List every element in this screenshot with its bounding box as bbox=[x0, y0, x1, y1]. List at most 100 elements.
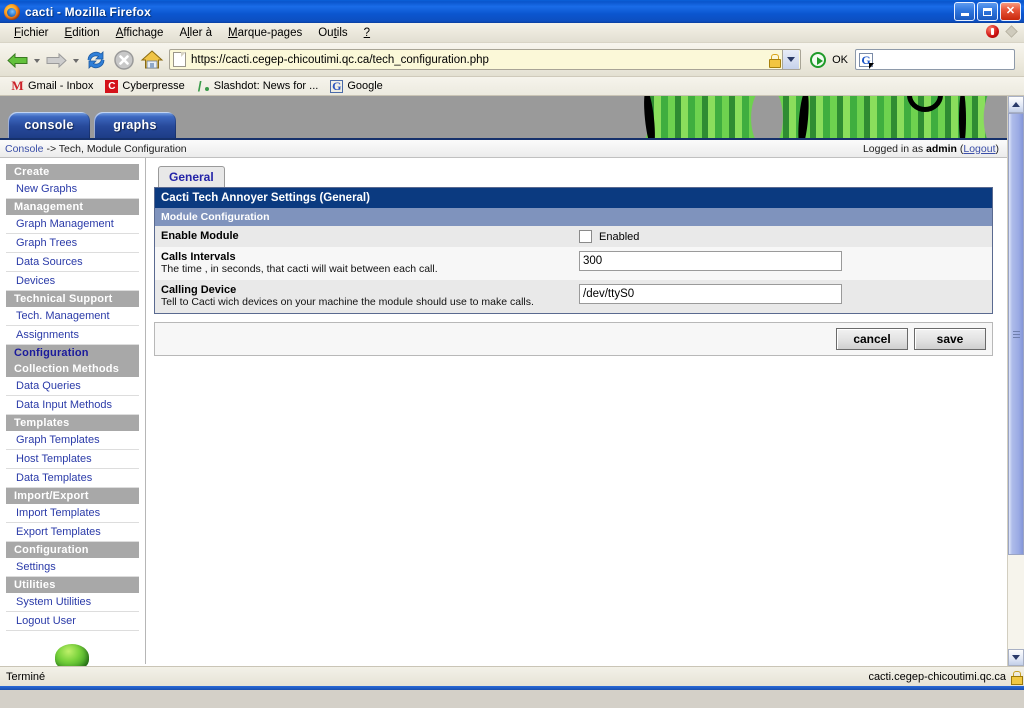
sidebar-item-data-input-methods[interactable]: Data Input Methods bbox=[6, 396, 139, 415]
menu-aller-a[interactable]: Aller à bbox=[171, 25, 220, 41]
menu-bar: FFichierichier Edition Affichage Aller à… bbox=[0, 23, 1024, 43]
breadcrumb-current: -> Tech, Module Configuration bbox=[43, 142, 187, 155]
menu-affichage[interactable]: Affichage bbox=[108, 25, 172, 41]
page-scrollbar-vertical[interactable] bbox=[1007, 96, 1024, 666]
menu-help[interactable]: ? bbox=[356, 25, 378, 41]
sidebar-header-create: Create bbox=[6, 164, 139, 180]
field-label-block: Calling Device Tell to Cacti wich device… bbox=[161, 284, 579, 309]
minimize-button[interactable] bbox=[954, 2, 975, 21]
scroll-up-button[interactable] bbox=[1008, 96, 1024, 113]
url-dropdown-icon[interactable] bbox=[782, 50, 800, 69]
go-button[interactable] bbox=[807, 49, 829, 71]
status-message: Terminé bbox=[6, 670, 46, 683]
notification-icon[interactable] bbox=[986, 25, 999, 38]
cancel-button[interactable]: cancel bbox=[836, 328, 908, 350]
sidebar-item-host-templates[interactable]: Host Templates bbox=[6, 450, 139, 469]
forward-dropdown-icon[interactable] bbox=[72, 47, 81, 73]
tab-general[interactable]: General bbox=[158, 166, 225, 187]
login-prefix: Logged in as bbox=[862, 142, 927, 155]
forward-arrow-icon bbox=[46, 52, 67, 68]
bookmark-cyberpresse[interactable]: C Cyberpresse bbox=[100, 79, 189, 94]
tab-console[interactable]: console bbox=[8, 112, 90, 138]
sidebar-item-settings[interactable]: Settings bbox=[6, 558, 139, 577]
sidebar-item-devices[interactable]: Devices bbox=[6, 272, 139, 291]
close-button[interactable]: ✕ bbox=[1000, 2, 1021, 21]
sidebar-header-configuration: Configuration bbox=[6, 542, 139, 558]
save-button[interactable]: save bbox=[914, 328, 986, 350]
scroll-down-button[interactable] bbox=[1008, 649, 1024, 666]
sidebar-item-graph-templates[interactable]: Graph Templates bbox=[6, 431, 139, 450]
menu-outils[interactable]: Outils bbox=[310, 25, 355, 41]
sidebar-item-data-queries[interactable]: Data Queries bbox=[6, 377, 139, 396]
enable-module-checkbox[interactable] bbox=[579, 230, 592, 243]
field-label: Calling Device bbox=[161, 284, 237, 296]
breadcrumb: Console -> Tech, Module Configuration bbox=[5, 143, 187, 155]
cacti-page: console graphs Console -> Tech, Module C… bbox=[0, 96, 1007, 666]
login-info: Logged in as admin (Logout) bbox=[863, 143, 999, 155]
bookmarks-toolbar: M Gmail - Inbox C Cyberpresse Slashdot: … bbox=[0, 77, 1024, 96]
field-row-calls-intervals: Calls Intervals The time , in seconds, t… bbox=[155, 247, 992, 280]
bookmark-google[interactable]: G Google bbox=[325, 79, 387, 94]
forward-button[interactable] bbox=[44, 47, 70, 73]
status-lock-icon[interactable] bbox=[1010, 670, 1023, 685]
sidebar-item-system-utilities[interactable]: System Utilities bbox=[6, 593, 139, 612]
logout-link[interactable]: Logout bbox=[963, 143, 995, 155]
back-button[interactable] bbox=[5, 47, 31, 73]
bookmark-label: Slashdot: News for ... bbox=[213, 80, 319, 92]
lock-icon bbox=[768, 53, 782, 68]
sidebar-header-configuration-current[interactable]: Configuration bbox=[6, 345, 139, 361]
stop-button[interactable] bbox=[111, 47, 137, 73]
status-host: cacti.cegep-chicoutimi.qc.ca bbox=[868, 670, 1006, 683]
cyberpresse-icon: C bbox=[105, 79, 119, 93]
field-label: Enable Module bbox=[161, 230, 239, 242]
window-titlebar: cacti - Mozilla Firefox ✕ bbox=[0, 0, 1024, 23]
login-username: admin bbox=[926, 142, 957, 155]
sidebar-item-data-templates[interactable]: Data Templates bbox=[6, 469, 139, 488]
sidebar-header-utilities: Utilities bbox=[6, 577, 139, 593]
navigation-toolbar: https://cacti.cegep-chicoutimi.qc.ca/tec… bbox=[0, 43, 1024, 77]
go-icon bbox=[810, 51, 827, 68]
sidebar-item-assignments[interactable]: Assignments bbox=[6, 326, 139, 345]
logout-close: ) bbox=[995, 142, 1000, 155]
ok-label: OK bbox=[832, 53, 848, 66]
home-button[interactable] bbox=[139, 47, 165, 73]
sidebar-item-export-templates[interactable]: Export Templates bbox=[6, 523, 139, 542]
tab-graphs[interactable]: graphs bbox=[94, 112, 176, 138]
bookmark-label: Google bbox=[347, 80, 383, 92]
sidebar-item-logout-user[interactable]: Logout User bbox=[6, 612, 139, 631]
calls-intervals-input[interactable] bbox=[579, 251, 842, 271]
back-dropdown-icon[interactable] bbox=[33, 47, 42, 73]
maximize-button[interactable] bbox=[977, 2, 998, 21]
google-search-icon[interactable]: G bbox=[859, 52, 874, 69]
url-bar[interactable]: https://cacti.cegep-chicoutimi.qc.ca/tec… bbox=[169, 49, 802, 70]
panel-title: Cacti Tech Annoyer Settings (General) bbox=[155, 188, 992, 208]
search-input[interactable]: G bbox=[855, 49, 1015, 70]
sidebar-item-graph-trees[interactable]: Graph Trees bbox=[6, 234, 139, 253]
field-row-calling-device: Calling Device Tell to Cacti wich device… bbox=[155, 280, 992, 313]
bookmark-gmail[interactable]: M Gmail - Inbox bbox=[6, 79, 98, 94]
field-control bbox=[579, 284, 986, 304]
sidebar-item-graph-management[interactable]: Graph Management bbox=[6, 215, 139, 234]
form-actions: cancel save bbox=[154, 322, 993, 356]
scrollbar-track[interactable] bbox=[1008, 113, 1024, 649]
menu-edition[interactable]: Edition bbox=[57, 25, 108, 41]
reload-icon bbox=[87, 50, 105, 69]
scrollbar-thumb[interactable] bbox=[1008, 113, 1024, 555]
sidebar-item-tech-management[interactable]: Tech. Management bbox=[6, 307, 139, 326]
breadcrumb-bar: Console -> Tech, Module Configuration Lo… bbox=[0, 140, 1007, 158]
sidebar-item-new-graphs[interactable]: New Graphs bbox=[6, 180, 139, 199]
menu-fichier[interactable]: FFichierichier bbox=[6, 25, 57, 41]
menu-marque-pages[interactable]: Marque-pages bbox=[220, 25, 310, 41]
field-control bbox=[579, 251, 986, 271]
reload-button[interactable] bbox=[83, 47, 109, 73]
bookmark-slashdot[interactable]: Slashdot: News for ... bbox=[192, 78, 324, 94]
extension-icon[interactable] bbox=[1005, 25, 1018, 38]
sidebar-item-data-sources[interactable]: Data Sources bbox=[6, 253, 139, 272]
bookmark-label: Gmail - Inbox bbox=[28, 80, 94, 92]
field-label: Calls Intervals bbox=[161, 251, 236, 263]
breadcrumb-console-link[interactable]: Console bbox=[5, 143, 44, 155]
sidebar-item-import-templates[interactable]: Import Templates bbox=[6, 504, 139, 523]
cacti-tabs: console graphs bbox=[8, 112, 176, 138]
calling-device-input[interactable] bbox=[579, 284, 842, 304]
url-text[interactable]: https://cacti.cegep-chicoutimi.qc.ca/tec… bbox=[191, 54, 768, 66]
